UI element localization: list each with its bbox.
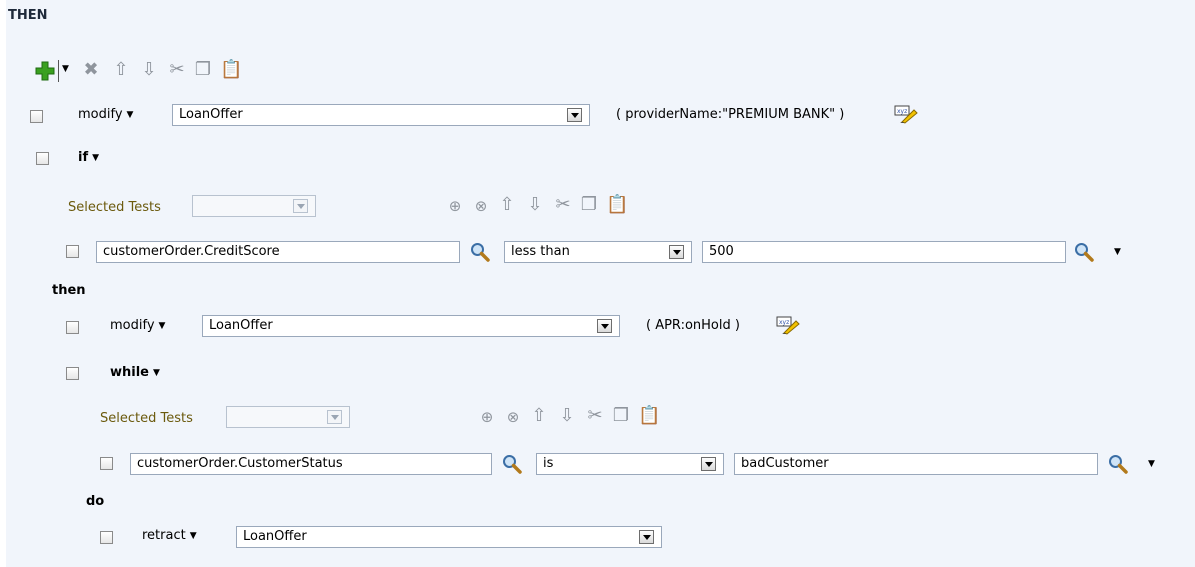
operator-select[interactable]: less than [504,241,692,263]
chevron-down-icon[interactable]: ▼ [1114,247,1121,257]
move-down-icon[interactable]: ⇩ [556,405,578,427]
dropdown-button[interactable] [293,199,308,213]
cut-icon[interactable]: ✂ [552,194,574,216]
dropdown-button[interactable] [327,410,342,424]
section-title: THEN [8,8,48,23]
search-icon[interactable] [470,242,490,262]
test-checkbox[interactable] [100,457,113,470]
move-up-icon[interactable]: ⇧ [528,405,550,427]
selected-tests-select[interactable] [192,195,316,217]
while-checkbox[interactable] [66,367,79,380]
chevron-down-icon: ▼ [153,367,160,378]
while-dropdown[interactable]: while ▼ [110,365,160,380]
fact-select[interactable]: LoanOffer [236,526,662,548]
chevron-down-icon: ▼ [189,530,197,541]
selected-tests-select[interactable] [226,406,350,428]
dropdown-button[interactable] [639,530,654,544]
paste-icon[interactable]: 📋 [606,194,628,216]
action-type-dropdown[interactable]: retract ▼ [142,528,197,543]
move-down-icon[interactable]: ⇩ [138,59,160,81]
delete-test-icon[interactable]: ⊗ [470,195,492,217]
paste-icon[interactable]: 📋 [220,59,242,81]
svg-text:xyz: xyz [897,108,907,115]
chevron-down-icon: ▼ [126,109,134,120]
cut-icon[interactable]: ✂ [584,405,606,427]
copy-icon[interactable]: ❐ [192,59,214,81]
fact-select-value: LoanOffer [243,529,307,544]
test-right-operand-input[interactable]: badCustomer [734,453,1098,475]
action-checkbox[interactable] [30,110,43,123]
action-type-label: modify [78,107,123,122]
test-left-operand-input[interactable]: customerOrder.CreditScore [96,241,460,263]
operator-select[interactable]: is [536,453,724,475]
fact-select-value: LoanOffer [179,107,243,122]
action-checkbox[interactable] [66,321,79,334]
delete-icon[interactable]: ✖ [80,59,102,81]
then-panel: THEN ▼ ✖ ⇧ ⇩ ✂ ❐ 📋 modify ▼ LoanOffer ( p… [6,0,1195,567]
chevron-down-icon[interactable]: ▼ [62,64,69,74]
cut-icon[interactable]: ✂ [166,59,188,81]
search-icon[interactable] [1074,242,1094,262]
search-icon[interactable] [502,454,522,474]
dropdown-button[interactable] [701,457,716,471]
action-params: ( providerName:"PREMIUM BANK" ) [616,107,845,122]
toolbar-divider [58,60,59,82]
action-type-dropdown[interactable]: modify ▼ [110,318,165,333]
test-checkbox[interactable] [66,245,79,258]
selected-tests-label: Selected Tests [68,200,161,215]
if-label: if [78,150,89,165]
test-right-operand-input[interactable]: 500 [702,241,1066,263]
if-dropdown[interactable]: if ▼ [78,150,99,165]
if-checkbox[interactable] [36,152,49,165]
dropdown-button[interactable] [669,245,684,259]
test-left-value: customerOrder.CustomerStatus [137,456,343,471]
add-test-icon[interactable]: ⊕ [444,195,466,217]
search-icon[interactable] [1108,454,1128,474]
fact-select-value: LoanOffer [209,318,273,333]
test-left-value: customerOrder.CreditScore [103,244,280,259]
copy-icon[interactable]: ❐ [610,405,632,427]
chevron-down-icon: ▼ [92,152,100,163]
do-label: do [86,494,105,509]
paste-icon[interactable]: 📋 [638,405,660,427]
move-up-icon[interactable]: ⇧ [496,194,518,216]
add-icon[interactable] [34,60,56,82]
dropdown-button[interactable] [567,108,582,122]
edit-properties-icon[interactable]: xyz [894,104,918,124]
action-params: ( APR:onHold ) [646,318,740,333]
dropdown-button[interactable] [597,319,612,333]
fact-select[interactable]: LoanOffer [172,104,590,126]
fact-select[interactable]: LoanOffer [202,315,620,337]
delete-test-icon[interactable]: ⊗ [502,406,524,428]
test-right-value: badCustomer [741,456,829,471]
svg-text:xyz: xyz [779,319,789,326]
operator-value: less than [511,244,570,259]
while-label: while [110,365,149,380]
action-type-label: retract [142,528,186,543]
chevron-down-icon[interactable]: ▼ [1148,459,1155,469]
operator-value: is [543,456,554,471]
move-down-icon[interactable]: ⇩ [524,194,546,216]
edit-properties-icon[interactable]: xyz [776,315,800,335]
move-up-icon[interactable]: ⇧ [110,59,132,81]
action-type-dropdown[interactable]: modify ▼ [78,107,133,122]
copy-icon[interactable]: ❐ [578,194,600,216]
selected-tests-label: Selected Tests [100,411,193,426]
test-left-operand-input[interactable]: customerOrder.CustomerStatus [130,453,492,475]
then-label: then [52,283,86,298]
action-checkbox[interactable] [100,531,113,544]
test-right-value: 500 [709,244,734,259]
add-test-icon[interactable]: ⊕ [476,406,498,428]
chevron-down-icon: ▼ [158,320,166,331]
action-type-label: modify [110,318,155,333]
